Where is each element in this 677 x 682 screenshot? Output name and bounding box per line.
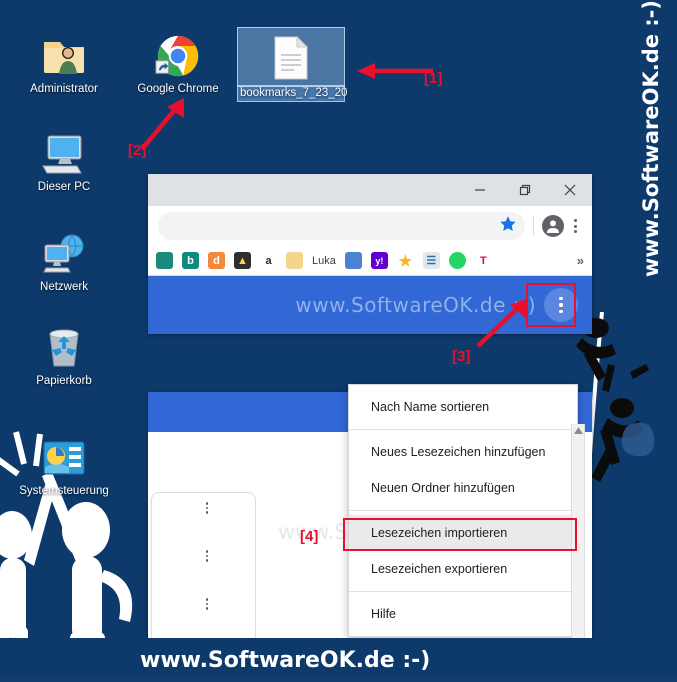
toolbar-divider (533, 216, 534, 236)
restore-button[interactable] (502, 174, 547, 206)
menu-item-label: Lesezeichen importieren (371, 526, 508, 540)
menu-item-label: Neuen Ordner hinzufügen (371, 481, 515, 495)
desktop-icon-bookmarks-file[interactable]: bookmarks_7_23_20 (237, 27, 348, 102)
bookmark-favicon-bird[interactable]: ▲ (234, 252, 251, 269)
desktop-icon-label: Netzwerk (40, 281, 88, 293)
annotation-label-2: [2] (128, 142, 147, 159)
recycle-bin-icon (12, 322, 116, 374)
bookmark-favicon-whatsapp[interactable] (448, 252, 466, 269)
bookmark-favicon-folder[interactable] (286, 252, 303, 269)
menu-item-label: Nach Name sortieren (371, 400, 490, 414)
row-three-dot-menu-icon[interactable] (200, 548, 214, 564)
menu-separator (349, 591, 577, 592)
context-menu-scrollbar[interactable] (571, 424, 585, 648)
bookmark-favicon-star[interactable]: ★ (396, 252, 414, 270)
minimize-button[interactable] (457, 174, 502, 206)
bookmark-favicon-bing[interactable]: b (182, 252, 199, 269)
row-three-dot-menu-icon[interactable] (200, 596, 214, 612)
annotation-label-1: [1] (424, 70, 443, 87)
menu-item-help[interactable]: Hilfe (349, 596, 577, 632)
scroll-up-arrow-icon[interactable] (572, 424, 584, 437)
bookmark-manager-context-menu: Nach Name sortieren Neues Lesezeichen hi… (348, 384, 578, 637)
bookmark-favicon-dawanda[interactable]: d (208, 252, 225, 269)
annotation-label-4: [4] (300, 528, 319, 545)
menu-item-import-bookmarks[interactable]: Lesezeichen importieren (349, 515, 577, 551)
bookmark-manager-menu-button[interactable] (544, 288, 578, 322)
desktop-icon-label: Administrator (30, 83, 98, 95)
desktop-icon-label: Dieser PC (37, 181, 91, 193)
bookmark-favicon-telekom[interactable]: T (474, 252, 492, 269)
menu-item-label: Neues Lesezeichen hinzufügen (371, 445, 546, 459)
row-three-dot-menu-icon[interactable] (200, 500, 214, 516)
address-bar[interactable] (158, 212, 525, 240)
menu-item-label: Lesezeichen exportieren (371, 562, 508, 576)
file-icon-highlight (237, 27, 345, 87)
bookmark-favicon-yahoo[interactable]: y! (370, 252, 388, 269)
desktop-icon-label: Google Chrome (137, 83, 219, 95)
bookmark-favicon-0[interactable] (156, 252, 173, 269)
annotation-label-3: [3] (452, 348, 471, 365)
desktop-icon-label: Papierkorb (36, 375, 92, 387)
chrome-icon (126, 30, 230, 82)
window-titlebar (148, 174, 592, 206)
menu-item-add-new-bookmark[interactable]: Neues Lesezeichen hinzufügen (349, 434, 577, 470)
desktop-icon-systemsteuerung[interactable]: Systemsteuerung (12, 432, 116, 499)
desktop-icon-papierkorb[interactable]: Papierkorb (12, 322, 116, 389)
menu-item-sort-by-name[interactable]: Nach Name sortieren (349, 389, 577, 425)
bottom-watermark-bar: www.SoftwareOK.de :-) (0, 638, 677, 682)
bookmarks-overflow-chevron-icon[interactable]: » (577, 253, 584, 268)
menu-item-export-bookmarks[interactable]: Lesezeichen exportieren (349, 551, 577, 587)
network-icon (12, 228, 116, 280)
star-filled-icon[interactable] (499, 215, 517, 238)
desktop-icon-dieser-pc[interactable]: Dieser PC (12, 128, 116, 195)
right-watermark-text: www.SoftwareOK.de :-) (639, 0, 663, 278)
menu-item-add-new-folder[interactable]: Neuen Ordner hinzufügen (349, 470, 577, 506)
bookmark-favicon-amazon[interactable]: a (260, 252, 277, 269)
computer-icon (12, 128, 116, 180)
three-dot-menu-icon[interactable] (564, 214, 586, 238)
close-button[interactable] (547, 174, 592, 206)
user-folder-icon (12, 30, 116, 82)
desktop-icon-label: bookmarks_7_23_20 (237, 85, 348, 102)
menu-separator (349, 429, 577, 430)
browser-toolbar (148, 206, 592, 246)
profile-avatar-icon[interactable] (542, 215, 564, 237)
right-vertical-watermark: www.SoftwareOK.de :-) (629, 0, 673, 400)
desktop-icon-administrator[interactable]: Administrator (12, 30, 116, 97)
text-file-icon (260, 32, 322, 84)
menu-item-label: Hilfe (371, 607, 397, 621)
control-panel-icon (12, 432, 116, 484)
menu-separator (349, 510, 577, 511)
bookmark-folder-label[interactable]: Luka (312, 255, 336, 267)
bottom-watermark-text: www.SoftwareOK.de :-) (140, 647, 431, 673)
desktop-icon-label: Systemsteuerung (19, 485, 109, 497)
bookmarks-bar: b d ▲ a Luka y! ★ ☰ T » (148, 246, 592, 276)
bookmark-favicon-gdocs[interactable] (344, 252, 362, 269)
desktop-icon-google-chrome[interactable]: Google Chrome (126, 30, 230, 97)
annotation-arrow-3 (476, 298, 528, 348)
bookmark-favicon-blue[interactable]: ☰ (422, 252, 440, 269)
annotation-arrow-1 (357, 63, 433, 79)
desktop-icon-netzwerk[interactable]: Netzwerk (12, 228, 116, 295)
